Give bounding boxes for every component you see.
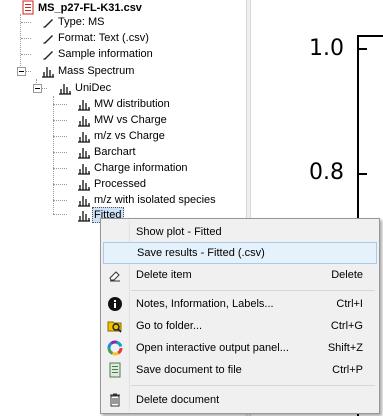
menu-item-shortcut: Delete (331, 269, 363, 281)
tree-connector (53, 96, 54, 214)
menu-item-show-plot[interactable]: Show plot - Fitted (103, 221, 377, 243)
spectrum-icon (76, 192, 92, 208)
tree-item-label: Format: Text (.csv) (58, 32, 149, 44)
spectrum-icon (76, 112, 92, 128)
menu-item-shortcut: Ctrl+I (336, 298, 363, 310)
tree-item-label: m/z with isolated species (94, 194, 216, 206)
menu-item-delete-item[interactable]: Delete item Delete (103, 264, 377, 286)
tree-item-label: Barchart (94, 146, 136, 158)
spectrum-icon (76, 160, 92, 176)
menu-item-notes[interactable]: Notes, Information, Labels... Ctrl+I (103, 293, 377, 315)
menu-item-go-to-folder[interactable]: Go to folder... Ctrl+G (103, 315, 377, 337)
pencil-icon (40, 30, 56, 46)
spectrum-icon (57, 80, 73, 96)
tree-connector (53, 104, 67, 105)
mass-spectrum-collapse-toggle[interactable] (17, 67, 26, 76)
tree-item-mz-vs-charge[interactable]: m/z vs Charge (76, 128, 167, 144)
menu-item-label: Open interactive output panel... (136, 342, 289, 354)
folder-search-icon (107, 318, 123, 334)
tree-item-label: Processed (94, 178, 146, 190)
spectrum-icon (76, 96, 92, 112)
plot-top-border (357, 35, 383, 37)
tree-item-label: MW distribution (94, 98, 170, 110)
info-icon (107, 296, 123, 312)
tree-item-unidec[interactable]: UniDec (57, 80, 113, 96)
tree-item-processed[interactable]: Processed (76, 176, 148, 192)
tree-connector (42, 88, 47, 89)
tree-item-label: Sample information (58, 48, 153, 60)
tree-item-mass-spectrum[interactable]: Mass Spectrum (40, 63, 136, 79)
tree-item-mw-vs-charge[interactable]: MW vs Charge (76, 112, 169, 128)
tree-item-label: MW vs Charge (94, 114, 167, 126)
tree-connector (53, 214, 67, 215)
tree-item-label: Mass Spectrum (58, 65, 135, 77)
menu-item-delete-document[interactable]: Delete document (103, 389, 377, 411)
menu-item-label: Save results - Fitted (.csv) (137, 247, 265, 259)
unidec-collapse-toggle[interactable] (33, 84, 42, 93)
spectrum-icon (76, 176, 92, 192)
menu-separator (131, 385, 375, 386)
menu-item-save-results[interactable]: Save results - Fitted (.csv) (103, 242, 377, 264)
tree-connector (26, 71, 31, 72)
menu-item-label: Notes, Information, Labels... (136, 298, 274, 310)
spectrum-icon (76, 128, 92, 144)
trash-icon (107, 392, 123, 408)
menu-item-open-interactive[interactable]: Open interactive output panel... Shift+Z (103, 337, 377, 359)
y-tick-mark (359, 48, 367, 50)
tree-connector (21, 54, 31, 55)
pencil-icon (40, 46, 56, 62)
tree-item-label: Type: MS (58, 16, 105, 28)
context-menu: Show plot - Fitted Save results - Fitted… (100, 218, 380, 414)
spectrum-icon (76, 144, 92, 160)
color-wheel-icon (107, 340, 123, 356)
pencil-icon (40, 14, 56, 30)
menu-item-label: Show plot - Fitted (136, 226, 222, 238)
tree-connector (53, 168, 67, 169)
menu-item-label: Delete item (136, 269, 192, 281)
menu-item-shortcut: Ctrl+P (332, 364, 363, 376)
menu-item-save-document[interactable]: Save document to file Ctrl+P (103, 359, 377, 381)
tree-connector (53, 200, 67, 201)
tree-item-mz-isolated-species[interactable]: m/z with isolated species (76, 192, 218, 208)
menu-item-shortcut: Ctrl+G (330, 320, 363, 332)
tree-connector (53, 120, 67, 121)
menu-item-label: Go to folder... (136, 320, 203, 332)
save-document-icon (107, 362, 123, 378)
tree-item-label: m/z vs Charge (94, 130, 165, 142)
y-tick-mark (359, 173, 367, 175)
spectrum-icon (76, 207, 92, 223)
y-tick-label: 0.8 (309, 160, 344, 185)
document-icon (20, 0, 36, 16)
tree-connector (21, 22, 31, 23)
tree-connector (53, 184, 67, 185)
y-tick-label: 1.0 (309, 36, 344, 61)
tree-item-format[interactable]: Format: Text (.csv) (40, 30, 151, 46)
tree-item-type[interactable]: Type: MS (40, 14, 106, 30)
tree-connector (53, 136, 67, 137)
spectrum-icon (40, 63, 56, 79)
menu-item-label: Delete document (136, 394, 220, 406)
tree-item-label: Charge information (94, 162, 188, 174)
tree-item-sample-information[interactable]: Sample information (40, 46, 155, 62)
eraser-icon (107, 267, 123, 283)
tree-connector (21, 38, 31, 39)
menu-item-shortcut: Shift+Z (327, 342, 363, 354)
tree-item-mw-distribution[interactable]: MW distribution (76, 96, 172, 112)
menu-separator (131, 290, 375, 291)
tree-item-barchart[interactable]: Barchart (76, 144, 138, 160)
tree-item-label: UniDec (75, 82, 112, 94)
menu-item-label: Save document to file (136, 364, 242, 376)
tree-connector (53, 152, 67, 153)
tree-item-charge-information[interactable]: Charge information (76, 160, 190, 176)
